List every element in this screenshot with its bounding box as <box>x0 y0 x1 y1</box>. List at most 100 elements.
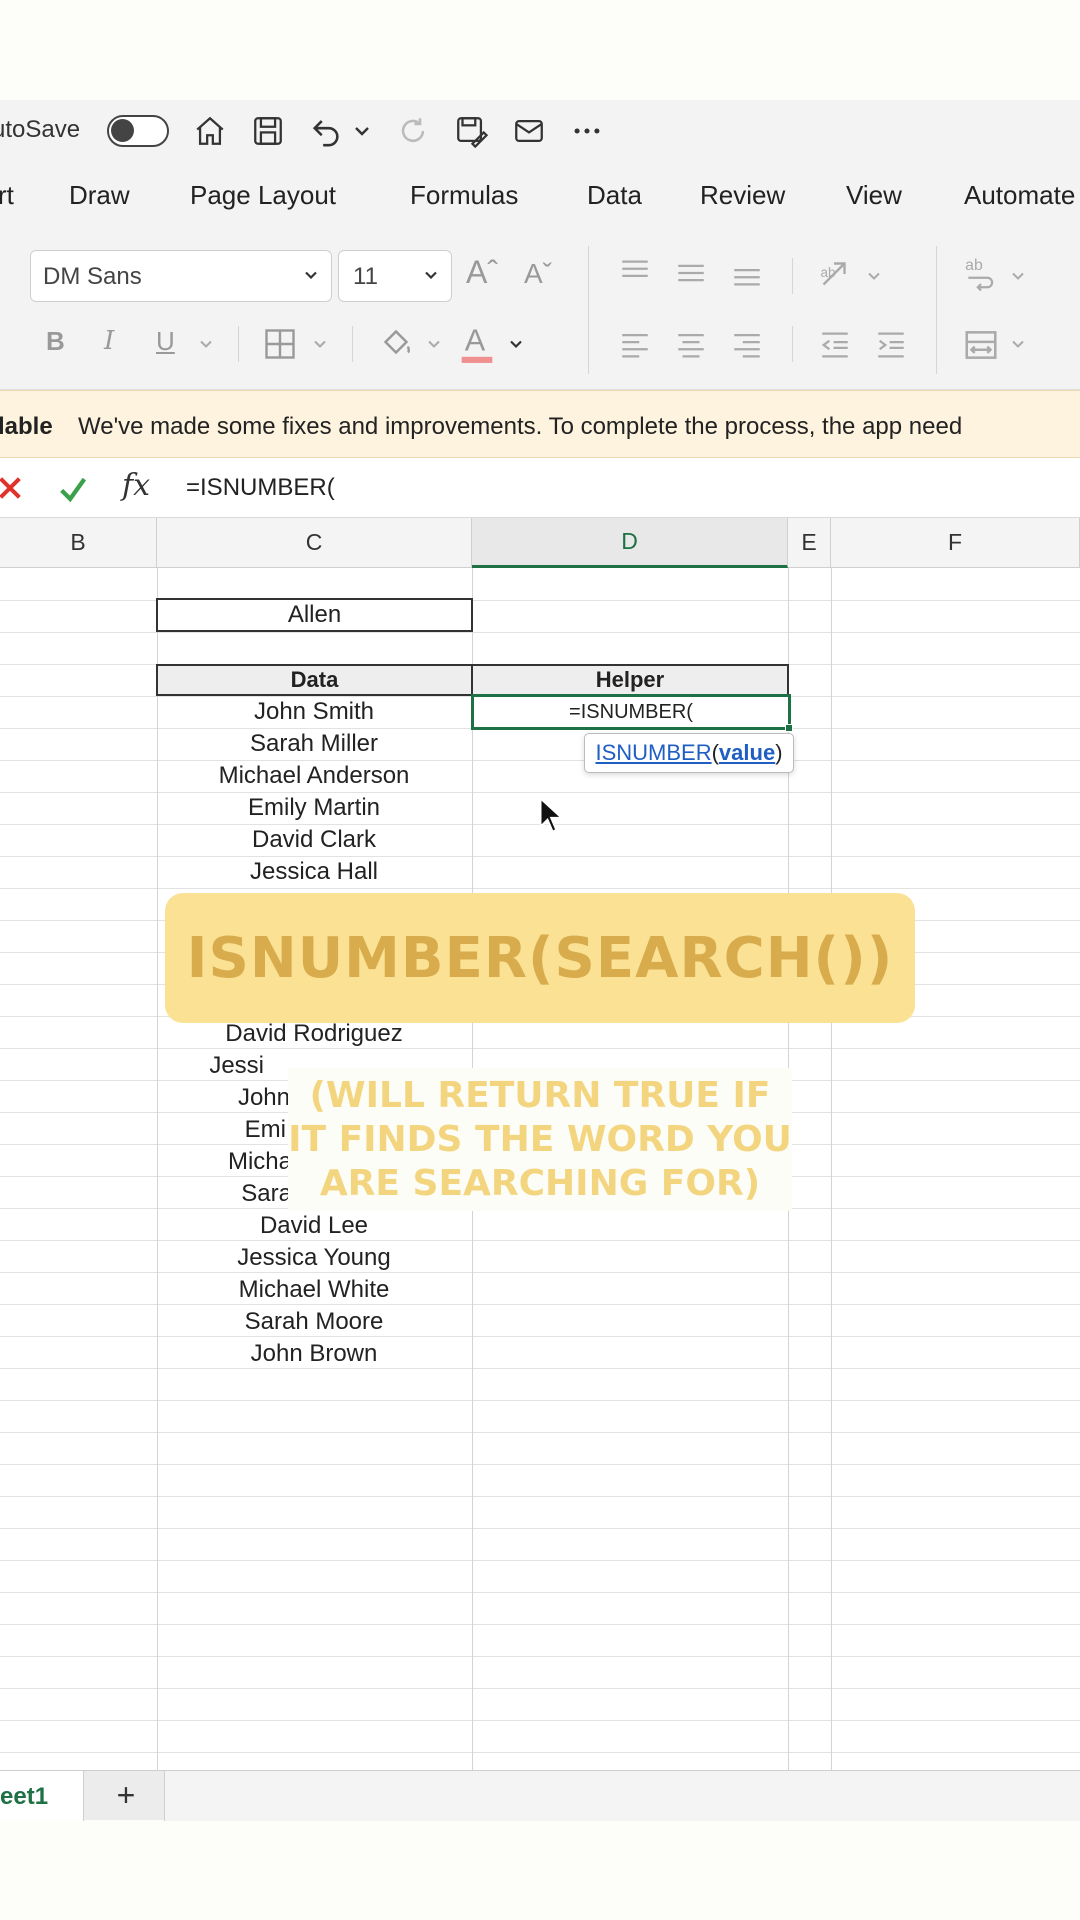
underline-icon[interactable]: U <box>156 326 175 357</box>
list-item[interactable]: Michael White <box>156 1276 472 1304</box>
align-center-icon[interactable] <box>674 328 708 362</box>
notification-message: We've made some fixes and improvements. … <box>78 413 963 440</box>
align-right-icon[interactable] <box>730 328 764 362</box>
list-item[interactable]: Jessica Hall <box>156 858 472 886</box>
tab-formulas[interactable]: Formulas <box>410 180 518 211</box>
formula-banner: ISNUMBER(SEARCH()) <box>165 893 915 1023</box>
ribbon-separator <box>792 326 793 362</box>
redo-icon[interactable] <box>393 111 433 151</box>
list-item[interactable]: John Brown <box>156 1340 472 1368</box>
tab-data[interactable]: Data <box>587 180 642 211</box>
list-item[interactable]: Micha <box>156 1148 292 1176</box>
column-header-e[interactable]: E <box>788 518 831 568</box>
list-item[interactable]: Sarah Moore <box>156 1308 472 1336</box>
chevron-down-icon[interactable] <box>864 266 884 286</box>
tab-insert[interactable]: rt <box>0 180 14 211</box>
column-header-c[interactable]: C <box>157 518 472 568</box>
decrease-indent-icon[interactable] <box>818 328 852 362</box>
update-notification-bar: lable We've made some fixes and improvem… <box>0 390 1080 458</box>
wrap-text-icon[interactable]: ab <box>962 254 1000 292</box>
confirm-check-icon[interactable] <box>56 472 90 506</box>
helper-header-cell[interactable]: Helper <box>471 664 789 696</box>
active-cell-d5[interactable]: =ISNUMBER( <box>471 694 793 732</box>
align-middle-icon[interactable] <box>674 256 708 290</box>
row-gridline <box>0 1752 1080 1753</box>
email-icon[interactable] <box>509 111 549 151</box>
undo-icon[interactable] <box>306 111 346 151</box>
list-item[interactable]: John <box>156 1084 290 1112</box>
tab-view[interactable]: View <box>846 180 902 211</box>
row-gridline <box>0 792 1080 793</box>
tooltip-open-paren: ( <box>711 740 719 765</box>
row-gridline <box>0 1720 1080 1721</box>
search-value-cell[interactable]: Allen <box>156 598 473 632</box>
fill-handle[interactable] <box>785 724 793 732</box>
orientation-icon[interactable]: ab <box>816 256 852 292</box>
autosave-toggle[interactable] <box>107 115 169 147</box>
list-item[interactable]: David Lee <box>156 1212 472 1240</box>
svg-text:ab: ab <box>821 265 836 280</box>
italic-icon[interactable]: I <box>104 326 114 356</box>
tab-draw[interactable]: Draw <box>69 180 130 211</box>
merge-cells-icon[interactable] <box>962 326 1000 364</box>
list-item[interactable]: Emi <box>156 1116 286 1144</box>
decrease-font-icon[interactable]: Aˇ <box>524 258 552 290</box>
align-bottom-icon[interactable] <box>730 256 764 290</box>
list-item[interactable]: David Rodriguez <box>156 1020 472 1048</box>
bold-icon[interactable]: B <box>46 326 65 357</box>
borders-icon[interactable] <box>262 326 298 362</box>
font-size-value: 11 <box>353 263 378 290</box>
tab-page-layout[interactable]: Page Layout <box>190 180 336 211</box>
chevron-down-icon[interactable] <box>1008 334 1028 354</box>
list-item[interactable]: Sarah Miller <box>156 730 472 758</box>
row-gridline <box>0 1432 1080 1433</box>
list-item[interactable]: Jessi <box>156 1052 264 1080</box>
function-wizard-icon[interactable]: fx <box>122 468 150 503</box>
align-top-icon[interactable] <box>618 256 652 290</box>
row-gridline <box>0 888 1080 889</box>
list-item[interactable]: Jessica Young <box>156 1244 472 1272</box>
notification-label: lable <box>0 413 53 440</box>
chevron-down-icon[interactable] <box>424 334 444 354</box>
formula-input[interactable]: =ISNUMBER( <box>186 474 335 502</box>
explanation-note: (WILL RETURN TRUE IF IT FINDS THE WORD Y… <box>288 1068 792 1211</box>
data-header-cell[interactable]: Data <box>156 664 473 696</box>
home-icon[interactable] <box>190 111 230 151</box>
list-item[interactable]: John Smith <box>156 698 472 726</box>
font-name-select[interactable]: DM Sans <box>30 250 332 302</box>
column-header-b[interactable]: B <box>0 518 157 568</box>
save-icon[interactable] <box>248 111 288 151</box>
list-item[interactable]: Michael Anderson <box>156 762 472 790</box>
tooltip-function-name[interactable]: ISNUMBER <box>595 740 711 766</box>
list-item[interactable]: Emily Martin <box>156 794 472 822</box>
undo-dropdown-icon[interactable] <box>350 111 374 151</box>
increase-indent-icon[interactable] <box>874 328 908 362</box>
font-color-icon[interactable]: A <box>458 320 496 366</box>
add-sheet-button[interactable]: + <box>106 1775 146 1815</box>
list-item[interactable]: Sara <box>156 1180 292 1208</box>
sheet-scroll-area <box>164 1771 1080 1821</box>
chevron-down-icon[interactable] <box>310 334 330 354</box>
chevron-down-icon[interactable] <box>196 334 216 354</box>
save-as-icon[interactable] <box>451 111 491 151</box>
sheet-tab-sheet1[interactable]: eet1 <box>0 1771 84 1821</box>
sheet-tab-label: eet1 <box>0 1783 49 1810</box>
list-item[interactable]: David Clark <box>156 826 472 854</box>
chevron-down-icon[interactable] <box>1008 266 1028 286</box>
row-gridline <box>0 1688 1080 1689</box>
increase-font-icon[interactable]: Aˆ <box>466 254 498 291</box>
cancel-icon[interactable] <box>0 472 26 504</box>
more-icon[interactable] <box>567 111 607 151</box>
column-header-f[interactable]: F <box>831 518 1080 568</box>
row-gridline <box>0 1656 1080 1657</box>
tab-automate[interactable]: Automate <box>964 180 1075 211</box>
chevron-down-icon[interactable] <box>506 334 526 354</box>
tooltip-argument[interactable]: value <box>719 740 775 766</box>
function-tooltip[interactable]: ISNUMBER(value) <box>584 733 794 773</box>
font-size-select[interactable]: 11 <box>338 250 452 302</box>
column-header-d[interactable]: D <box>472 518 788 568</box>
ribbon-separator <box>792 258 793 294</box>
align-left-icon[interactable] <box>618 328 652 362</box>
tab-review[interactable]: Review <box>700 180 785 211</box>
fill-color-icon[interactable] <box>378 324 414 360</box>
